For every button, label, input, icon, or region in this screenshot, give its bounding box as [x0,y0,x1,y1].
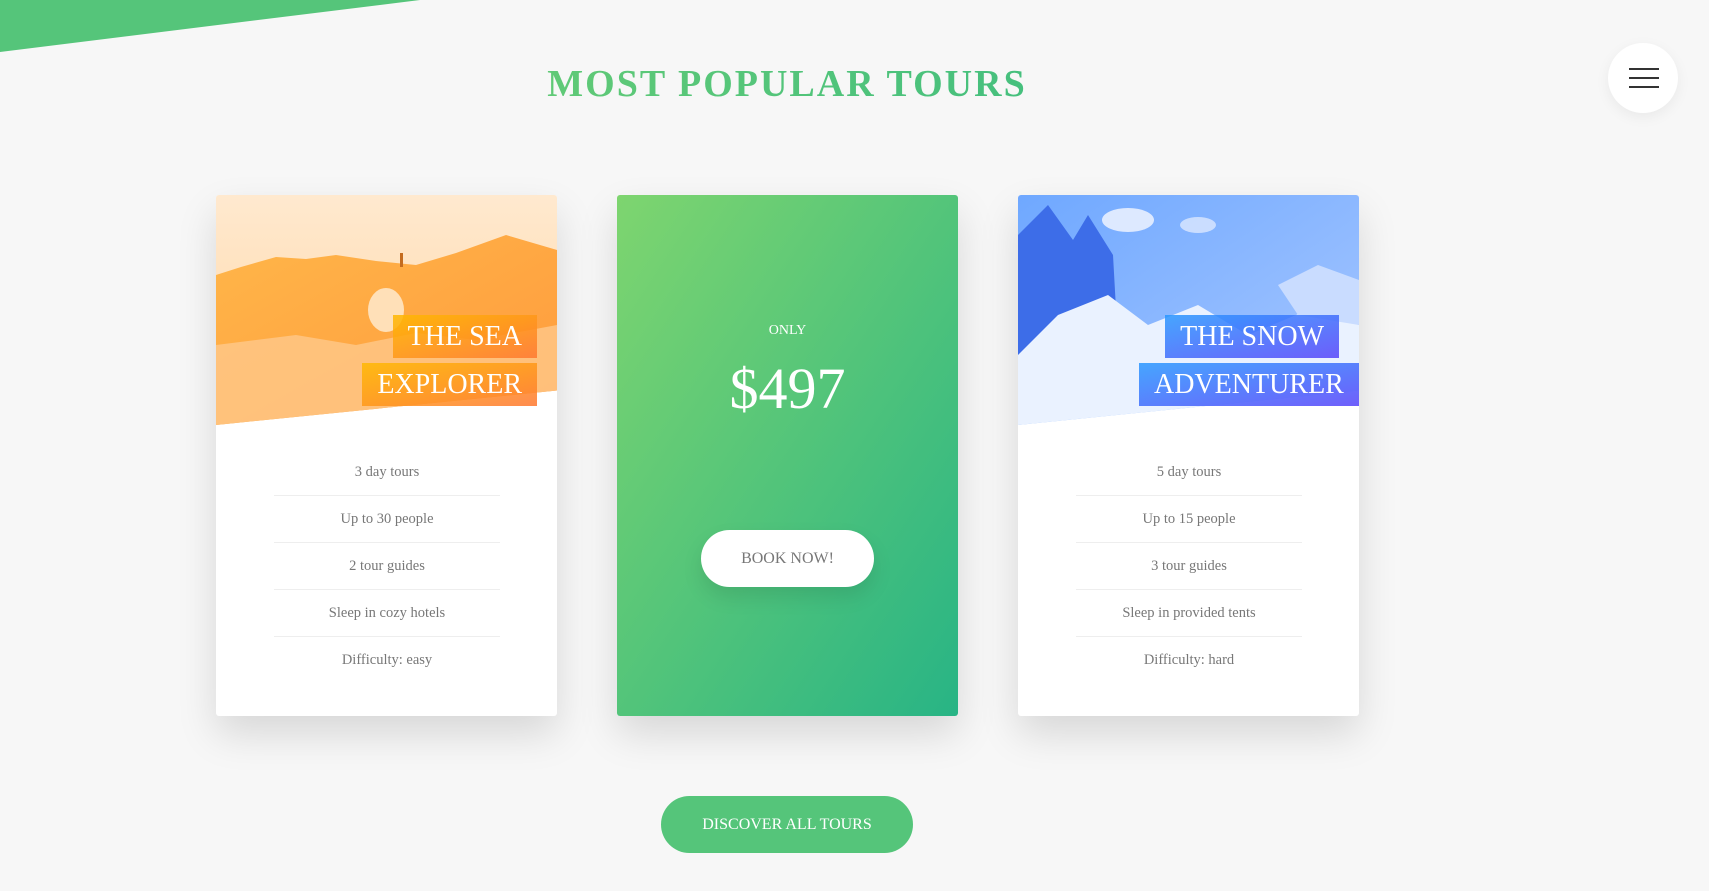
list-item: Difficulty: hard [1143,652,1235,668]
snow-adventurer-heading: THE SNOW ADVENTURER [1139,313,1359,409]
tour-card-sea-explorer[interactable]: THE SEA EXPLORER 3 day tours Up to 30 pe… [216,195,557,716]
section-title: MOST POPULAR TOURS [0,62,1574,106]
discover-all-tours-button[interactable]: DISCOVER ALL TOURS [661,796,913,853]
list-item: Sleep in provided tents [1076,590,1302,637]
price-label: ONLY [768,323,807,338]
list-item: Difficulty: easy [341,652,433,668]
list-item: Sleep in cozy hotels [274,590,500,637]
snow-adventurer-details: 5 day tours Up to 15 people 3 tour guide… [1076,449,1302,683]
sea-explorer-heading: THE SEA EXPLORER [337,313,537,409]
list-item: Up to 30 people [274,496,500,543]
list-item: 3 tour guides [1076,543,1302,590]
navigation-menu-button[interactable] [1608,43,1678,113]
sea-explorer-details: 3 day tours Up to 30 people 2 tour guide… [274,449,500,683]
tour-card-snow-adventurer[interactable]: THE SNOW ADVENTURER 5 day tours Up to 15… [1018,195,1359,716]
list-item: Up to 15 people [1076,496,1302,543]
list-item: 2 tour guides [274,543,500,590]
list-item: 5 day tours [1076,449,1302,496]
list-item: 3 day tours [274,449,500,496]
tour-card-price: ONLY $497 BOOK NOW! [617,195,958,716]
header-wedge-decoration [0,0,420,52]
price-value: $497 [729,356,846,421]
book-now-button[interactable]: BOOK NOW! [701,530,874,587]
